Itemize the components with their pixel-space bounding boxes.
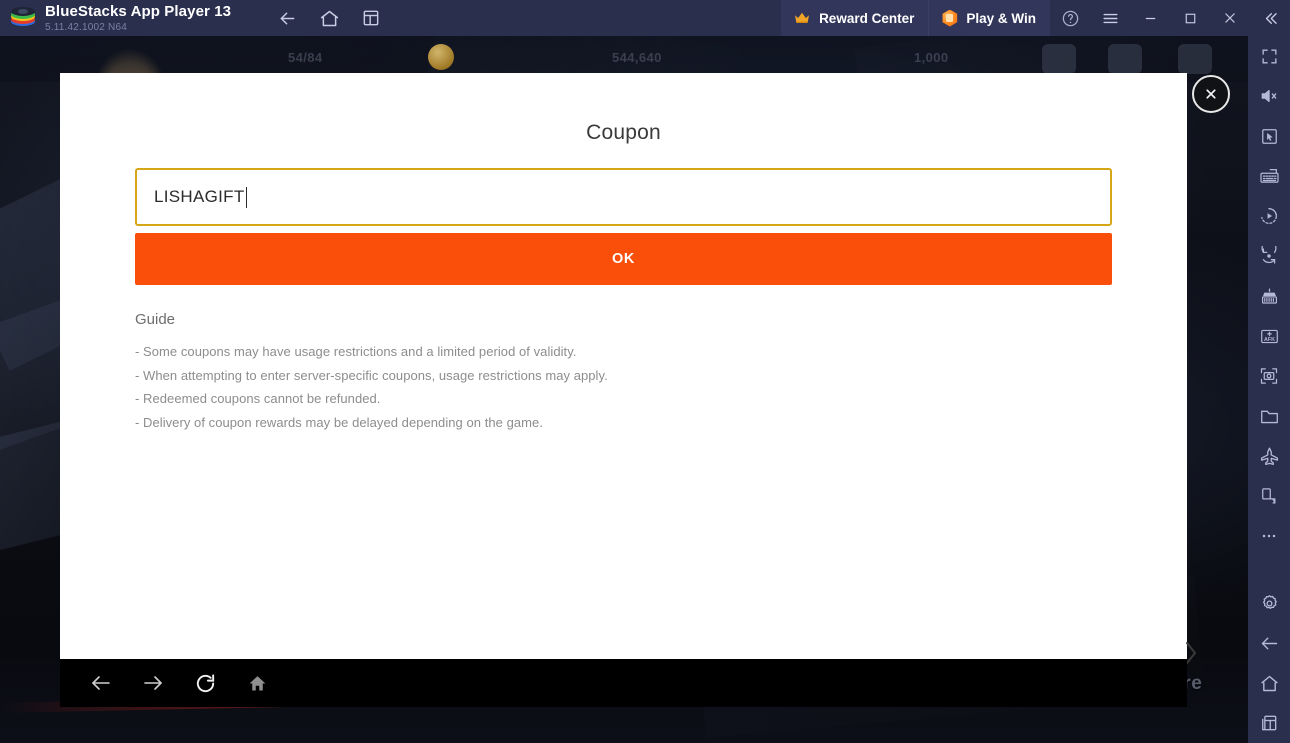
airplane-icon [1259, 446, 1280, 467]
close-button[interactable] [1210, 0, 1250, 36]
screenshot-icon [1259, 366, 1279, 386]
gear-icon [1259, 593, 1280, 614]
tools-sidebar: AFK [1248, 36, 1290, 743]
sidebar-item-keyboard-controls[interactable] [1248, 156, 1290, 196]
recents-icon [1259, 713, 1279, 733]
text-caret [246, 187, 247, 208]
hud-value-1: 544,640 [612, 50, 662, 65]
afk-icon: AFK [1259, 327, 1280, 346]
guide-line-0: - Some coupons may have usage restrictio… [135, 340, 1075, 364]
sidebar-item-settings[interactable] [1248, 583, 1290, 623]
arrow-left-icon [89, 671, 113, 695]
browser-forward-button[interactable] [138, 668, 168, 698]
app-version: 5.11.42.1002 N64 [45, 23, 231, 33]
cursor-box-icon [1260, 127, 1279, 146]
arrow-right-icon [141, 671, 165, 695]
window-controls [1050, 0, 1290, 36]
svg-text:AFK: AFK [1264, 337, 1275, 343]
titlebar: BlueStacks App Player 13 5.11.42.1002 N6… [0, 0, 1290, 36]
play-and-win-label: Play & Win [966, 11, 1036, 26]
sidebar-item-back[interactable] [1248, 623, 1290, 663]
minimize-button[interactable] [1130, 0, 1170, 36]
question-circle-icon [1061, 9, 1080, 28]
hamburger-menu-icon [1101, 9, 1120, 28]
sidebar-item-eco-mode[interactable] [1248, 276, 1290, 316]
game-browser-toolbar [60, 659, 1187, 707]
guide-line-3: - Delivery of coupon rewards may be dela… [135, 411, 1075, 435]
sidebar-item-screenshot[interactable] [1248, 356, 1290, 396]
title-block: BlueStacks App Player 13 5.11.42.1002 N6… [45, 4, 231, 33]
sidebar-item-home[interactable] [1248, 663, 1290, 703]
gem-icon [941, 10, 958, 27]
app-title: BlueStacks App Player 13 [45, 4, 231, 19]
collapse-sidebar-button[interactable] [1250, 0, 1290, 36]
chevron-double-left-icon [1261, 9, 1280, 28]
close-circle-icon [1202, 85, 1220, 103]
help-button[interactable] [1050, 0, 1090, 36]
coupon-dialog: Coupon LISHAGIFT OK Guide - Some coupons… [60, 73, 1187, 659]
titlebar-back-button[interactable] [273, 4, 301, 32]
home-filled-icon [247, 673, 268, 694]
ellipsis-icon [1259, 526, 1279, 546]
play-and-win-button[interactable]: Play & Win [928, 0, 1050, 36]
reload-icon [194, 672, 217, 695]
browser-reload-button[interactable] [190, 668, 220, 698]
sidebar-item-fullscreen[interactable] [1248, 36, 1290, 76]
minimize-icon [1142, 10, 1159, 27]
reward-center-label: Reward Center [819, 11, 914, 26]
sidebar-item-shake[interactable] [1248, 476, 1290, 516]
sidebar-item-macro-recorder[interactable] [1248, 196, 1290, 236]
sidebar-item-more-options[interactable] [1248, 516, 1290, 556]
sidebar-item-game-controls[interactable] [1248, 116, 1290, 156]
bluestacks-logo-icon [11, 7, 35, 29]
speaker-mute-icon [1259, 86, 1279, 106]
guide-heading: Guide [135, 311, 1075, 328]
shake-device-icon [1259, 486, 1279, 506]
close-icon [1221, 9, 1239, 27]
maximize-icon [1182, 10, 1199, 27]
crown-icon [793, 11, 811, 25]
arrow-left-icon [277, 8, 298, 29]
play-circle-icon [1259, 206, 1279, 226]
sidebar-item-media-manager[interactable] [1248, 396, 1290, 436]
guide-line-2: - Redeemed coupons cannot be refunded. [135, 387, 1075, 411]
coupon-code-input[interactable]: LISHAGIFT [135, 168, 1112, 226]
sidebar-item-airplane-mode[interactable] [1248, 436, 1290, 476]
home-icon [1259, 673, 1280, 694]
ok-button[interactable]: OK [135, 233, 1112, 285]
fullscreen-icon [1260, 47, 1279, 66]
multi-instance-icon [361, 8, 381, 28]
folder-icon [1259, 407, 1280, 426]
eco-mode-icon [1259, 287, 1280, 306]
menu-button[interactable] [1090, 0, 1130, 36]
reward-center-button[interactable]: Reward Center [781, 0, 928, 36]
sidebar-item-mute[interactable] [1248, 76, 1290, 116]
sidebar-item-rotate[interactable] [1248, 236, 1290, 276]
hud-value-0: 54/84 [288, 50, 323, 65]
browser-back-button[interactable] [86, 668, 116, 698]
guide-line-1: - When attempting to enter server-specif… [135, 364, 1075, 388]
guide-section: Guide - Some coupons may have usage rest… [135, 311, 1075, 434]
arrow-left-icon [1259, 633, 1280, 654]
coupon-code-value: LISHAGIFT [154, 187, 245, 207]
home-icon [319, 8, 340, 29]
browser-home-button[interactable] [242, 668, 272, 698]
titlebar-home-button[interactable] [315, 4, 343, 32]
titlebar-nav [273, 4, 385, 32]
sidebar-item-recents[interactable] [1248, 703, 1290, 743]
hud-value-2: 1,000 [914, 50, 949, 65]
sidebar-item-afk-mode[interactable]: AFK [1248, 316, 1290, 356]
dialog-close-button[interactable] [1192, 75, 1230, 113]
bluestacks-window: 54/84 544,640 1,000 Recruit Hero Base Ad… [0, 0, 1290, 743]
maximize-button[interactable] [1170, 0, 1210, 36]
keyboard-icon [1259, 167, 1280, 186]
dialog-title: Coupon [60, 121, 1187, 145]
titlebar-instances-button[interactable] [357, 4, 385, 32]
rotate-icon [1259, 246, 1279, 266]
